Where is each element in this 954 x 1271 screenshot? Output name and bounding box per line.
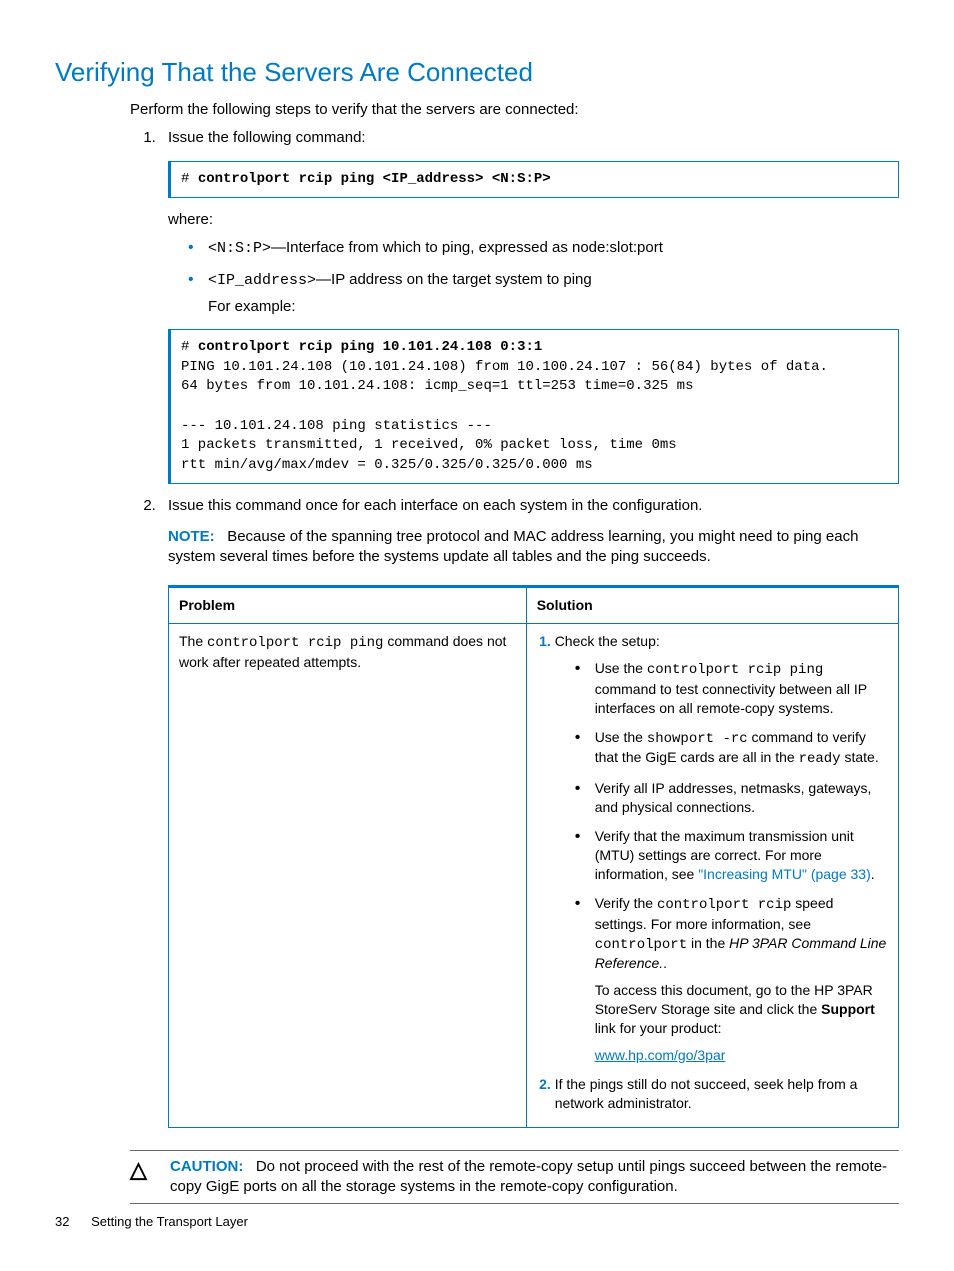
problem-cell: The controlport rcip ping command does n…: [169, 623, 527, 1127]
command-box-2: # controlport rcip ping 10.101.24.108 0:…: [168, 329, 899, 484]
code-nsp: <N:S:P>: [208, 240, 271, 257]
step-1: Issue the following command: # controlpo…: [160, 128, 899, 484]
sol1-b3: Verify all IP addresses, netmasks, gatew…: [575, 779, 888, 817]
desc-ip: —IP address on the target system to ping: [316, 271, 592, 288]
sol1-text: Check the setup:: [555, 633, 660, 649]
caution-body: Do not proceed with the rest of the remo…: [170, 1158, 887, 1195]
page-number: 32: [55, 1214, 69, 1229]
where-label: where:: [168, 210, 899, 230]
sol1-b5: Verify the controlport rcip speed settin…: [575, 894, 888, 1065]
where-item-2: <IP_address>—IP address on the target sy…: [188, 270, 899, 318]
table-header-row: Problem Solution: [169, 587, 899, 624]
caution-block: △ CAUTION: Do not proceed with the rest …: [130, 1150, 899, 1205]
note-block: NOTE: Because of the spanning tree proto…: [168, 527, 899, 568]
note-label: NOTE:: [168, 528, 215, 545]
example-output: PING 10.101.24.108 (10.101.24.108) from …: [181, 359, 828, 473]
hp-3par-link[interactable]: www.hp.com/go/3par: [595, 1047, 726, 1063]
sol1-b4: Verify that the maximum transmission uni…: [575, 827, 888, 884]
mtu-xref[interactable]: "Increasing MTU" (page 33): [698, 866, 871, 882]
intro-text: Perform the following steps to verify th…: [130, 100, 899, 120]
step1-text: Issue the following command:: [168, 129, 366, 146]
desc-nsp: —Interface from which to ping, expressed…: [271, 239, 663, 256]
code-ip: <IP_address>: [208, 272, 316, 289]
sol1-b1: Use the controlport rcip ping command to…: [575, 659, 888, 718]
problem-pre: The: [179, 633, 207, 649]
command-text: controlport rcip ping <IP_address> <N:S:…: [198, 171, 551, 187]
section-heading: Verifying That the Servers Are Connected: [55, 55, 899, 90]
troubleshoot-table: Problem Solution The controlport rcip pi…: [168, 585, 899, 1128]
command-box-1: # controlport rcip ping <IP_address> <N:…: [168, 161, 899, 199]
chapter-title: Setting the Transport Layer: [91, 1214, 248, 1229]
sol1-bullets: Use the controlport rcip ping command to…: [555, 659, 888, 1065]
caution-icon: △: [130, 1157, 170, 1198]
where-list: <N:S:P>—Interface from which to ping, ex…: [168, 238, 899, 317]
step-2: Issue this command once for each interfa…: [160, 496, 899, 1127]
sol1-b2: Use the showport -rc command to verify t…: [575, 728, 888, 770]
prompt: #: [181, 339, 198, 355]
th-solution: Solution: [526, 587, 898, 624]
step2-text: Issue this command once for each interfa…: [168, 497, 702, 514]
prompt: #: [181, 171, 198, 187]
th-problem: Problem: [169, 587, 527, 624]
table-row: The controlport rcip ping command does n…: [169, 623, 899, 1127]
solution-cell: Check the setup: Use the controlport rci…: [526, 623, 898, 1127]
page-footer: 32 Setting the Transport Layer: [55, 1213, 248, 1231]
solution-item-1: Check the setup: Use the controlport rci…: [555, 632, 888, 1065]
caution-label: CAUTION:: [170, 1158, 243, 1175]
sol1-access-para: To access this document, go to the HP 3P…: [595, 981, 888, 1038]
for-example-label: For example:: [208, 297, 899, 317]
solution-item-2: If the pings still do not succeed, seek …: [555, 1075, 888, 1113]
where-item-1: <N:S:P>—Interface from which to ping, ex…: [188, 238, 899, 259]
note-text: Because of the spanning tree protocol an…: [168, 528, 858, 565]
solution-list: Check the setup: Use the controlport rci…: [537, 632, 888, 1113]
problem-code: controlport rcip ping: [207, 635, 383, 651]
example-cmd: controlport rcip ping 10.101.24.108 0:3:…: [198, 339, 542, 355]
caution-text: CAUTION: Do not proceed with the rest of…: [170, 1157, 899, 1198]
procedure-list: Issue the following command: # controlpo…: [130, 128, 899, 1127]
